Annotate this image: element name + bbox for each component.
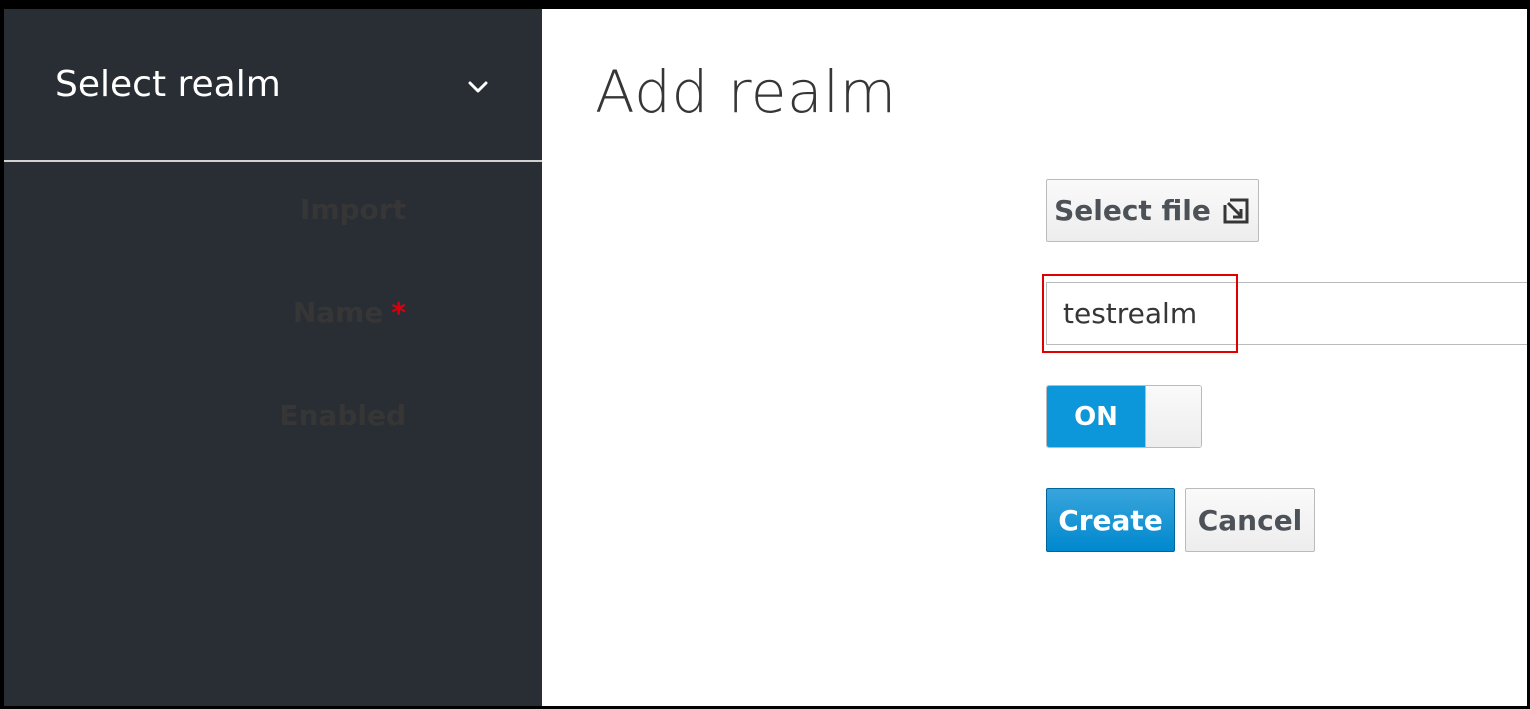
toggle-on-label: ON <box>1047 386 1145 447</box>
realm-select-label: Select realm <box>55 64 281 105</box>
import-label: Import <box>299 193 406 226</box>
realm-select-dropdown[interactable]: Select realm <box>4 9 542 162</box>
chevron-down-icon <box>468 81 488 93</box>
app-window: Select realm Add realm Import Select fil… <box>4 9 1527 706</box>
enabled-toggle[interactable]: ON <box>1046 385 1202 448</box>
enabled-label: Enabled <box>279 399 406 432</box>
name-label-row: Name * <box>293 296 406 329</box>
main-content: Add realm Import Select file Name* Enabl… <box>279 9 1527 706</box>
select-file-label: Select file <box>1054 194 1211 227</box>
cancel-button[interactable]: Cancel <box>1185 488 1315 552</box>
create-button[interactable]: Create <box>1046 488 1175 552</box>
select-file-button[interactable]: Select file <box>1046 179 1259 242</box>
toggle-knob <box>1145 386 1201 447</box>
page-title: Add realm <box>595 58 897 126</box>
name-label: Name <box>292 296 384 329</box>
import-arrow-icon <box>1223 198 1249 223</box>
sidebar: Select realm <box>4 9 542 706</box>
name-input[interactable] <box>1046 282 1527 345</box>
required-marker: * <box>391 296 406 329</box>
